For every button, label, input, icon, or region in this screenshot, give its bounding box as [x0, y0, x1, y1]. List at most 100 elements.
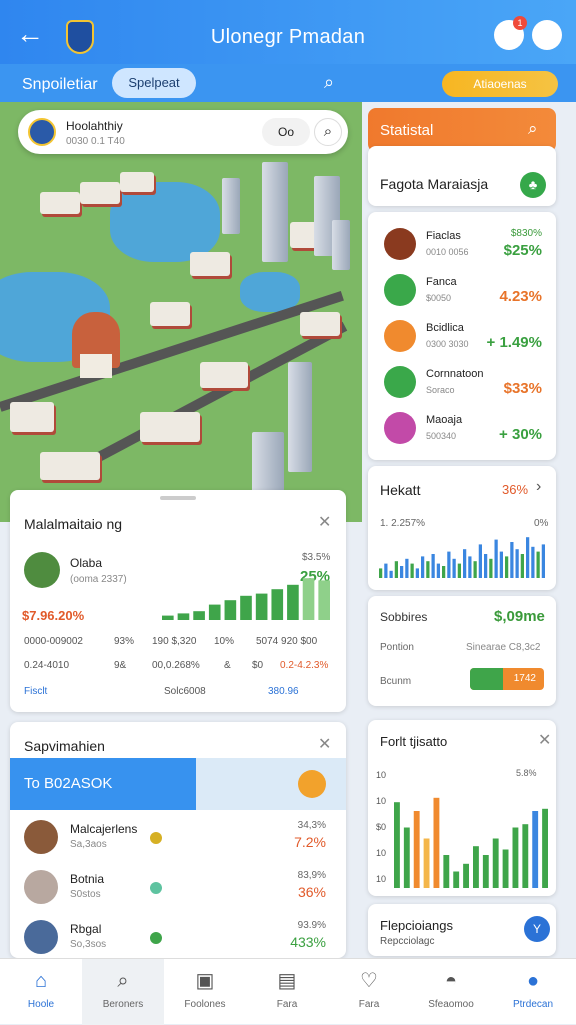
- leaf-icon: [384, 274, 416, 306]
- bar: [505, 556, 509, 578]
- bar: [177, 613, 190, 620]
- close-icon[interactable]: ✕: [318, 512, 331, 532]
- ranking-v2: + 30%: [499, 426, 542, 443]
- person-name: Botnia: [70, 872, 105, 886]
- ranking-row[interactable]: Cornnatoon Soraco $33%: [368, 360, 556, 404]
- settings-gear-icon[interactable]: [532, 20, 562, 50]
- tree-icon[interactable]: ♣: [520, 172, 546, 198]
- stat-cell: $0: [252, 660, 264, 671]
- tab-fara[interactable]: ▤ Fara: [246, 959, 328, 1025]
- ranking-row[interactable]: Fiaclas 0010 0056 $830% $25%: [368, 222, 556, 266]
- bar: [423, 838, 430, 888]
- bar: [224, 600, 237, 620]
- tab-fara[interactable]: ♡ Fara: [328, 959, 410, 1025]
- building: [10, 402, 54, 432]
- heplang-button[interactable]: Y: [524, 916, 550, 942]
- grid-icon: [384, 320, 416, 352]
- tab-sfeaomoo[interactable]: ◓ Sfeaomoo: [410, 959, 492, 1025]
- stat-cell: 0000-009002: [24, 636, 83, 647]
- bottom-tab-bar: ⌂ Hoole ⌕ Beroners ▣ Foolones ▤ Fara ♡ Fara ◓…: [0, 958, 576, 1025]
- bar: [453, 871, 460, 888]
- y-tick-label: 10: [376, 770, 387, 780]
- tab-foolones[interactable]: ▣ Foolones: [164, 959, 246, 1025]
- highlight-banner[interactable]: To B02ASOK: [10, 758, 346, 810]
- heplang-title: Flepcioiangs: [380, 918, 453, 933]
- sub-navigation: Snpoiletiar Spelpeat ⌕ Atiaoenas: [0, 64, 576, 102]
- bar: [452, 558, 456, 578]
- stat-cell: 0.2-4.2.3%: [280, 660, 329, 671]
- fail-chart-card: Forlt tjisatto ✕ 5.8% 10 10 $0 10 10: [368, 720, 556, 896]
- y-tick-label: 10: [376, 848, 387, 858]
- close-icon[interactable]: ✕: [538, 730, 551, 750]
- fail-chart-pct: 5.8%: [516, 768, 537, 778]
- close-icon[interactable]: ✕: [318, 734, 331, 754]
- person-sub: S0stos: [70, 889, 101, 900]
- chevron-right-icon[interactable]: ›: [536, 478, 541, 496]
- ranking-name: Fiaclas: [426, 230, 461, 242]
- location-bar[interactable]: Hoolahthiy 0030 0.1 T40 Oo ⌕: [18, 110, 348, 154]
- person-row[interactable]: Rbgal So,3sos 93.9% 433%: [10, 918, 346, 958]
- bar: [478, 544, 482, 578]
- person-sub: (ooma 2337): [70, 574, 127, 585]
- ranking-row[interactable]: Maoaja 500340 + 30%: [368, 406, 556, 450]
- fail-chart-title: Forlt tjisatto: [380, 734, 448, 749]
- ranking-v2: $25%: [503, 242, 542, 259]
- bar: [271, 589, 284, 620]
- subnav-chip[interactable]: Spelpeat: [112, 68, 196, 98]
- search-icon[interactable]: ⌕: [314, 118, 342, 146]
- tab-beroners[interactable]: ⌕ Beroners: [82, 959, 164, 1025]
- building: [140, 412, 200, 442]
- stat-cell: 5074 920 $00: [256, 636, 318, 647]
- tab-hoole[interactable]: ⌂ Hoole: [0, 959, 82, 1025]
- bar: [515, 549, 519, 578]
- sap-title: Sapvimahien: [24, 738, 105, 754]
- ranking-row[interactable]: Bcidlica 0300 3030 + 1.49%: [368, 314, 556, 358]
- statistics-label: Statistal: [380, 122, 434, 139]
- person-row[interactable]: Botnia S0stos 83,9% 36%: [10, 868, 346, 918]
- notification-icon[interactable]: 1: [494, 16, 527, 50]
- big-value: $7.96.20%: [22, 608, 85, 623]
- bar: [494, 539, 498, 578]
- skyscraper: [222, 178, 240, 234]
- person-v1: 34,3%: [297, 820, 326, 831]
- ranking-sub: Soraco: [426, 385, 455, 395]
- stat-cell: 00,0.268%: [152, 660, 200, 671]
- tab-label: Fara: [276, 999, 298, 1010]
- bar: [413, 811, 420, 888]
- search-icon[interactable]: ⌕: [324, 72, 334, 93]
- bar: [443, 855, 450, 888]
- bar: [482, 855, 489, 888]
- city-map[interactable]: [0, 102, 362, 522]
- drag-handle[interactable]: [160, 496, 196, 500]
- ranking-v2: + 1.49%: [486, 334, 542, 351]
- box-icon: [384, 366, 416, 398]
- bar: [531, 546, 535, 578]
- profile-icon: ◓: [444, 970, 458, 992]
- tall-tower: [288, 362, 312, 472]
- ranking-row[interactable]: Fanca $0050 4.23%: [368, 268, 556, 312]
- toggle-button[interactable]: Oo: [262, 118, 310, 146]
- action-pill[interactable]: Atiaoenas: [442, 71, 558, 97]
- river: [110, 182, 220, 262]
- avatar: [24, 920, 58, 954]
- building: [300, 312, 340, 336]
- location-name: Hoolahthiy: [66, 119, 123, 133]
- y-tick-label: 10: [376, 796, 387, 806]
- bar: [208, 604, 221, 620]
- ranking-v2: 4.23%: [499, 288, 542, 305]
- status-dot: [150, 832, 162, 844]
- ranking-title: Fagota Maraiasja: [380, 176, 489, 192]
- y-tick-label: $0: [376, 822, 387, 832]
- home-icon: ⌂: [34, 970, 48, 992]
- tab-ptrdecan[interactable]: ● Ptrdecan: [492, 959, 574, 1025]
- cap-icon: [384, 228, 416, 260]
- summary-card: Sobbires $,09me Pontion Sinearae C8,3c2 …: [368, 596, 556, 706]
- person-sub: Sa,3aos: [70, 839, 107, 850]
- person-row[interactable]: Malcajerlens Sa,3aos 34,3% 7.2%: [10, 818, 346, 868]
- search-icon[interactable]: ⌕: [528, 119, 538, 139]
- ranking-sub: $0050: [426, 293, 452, 303]
- ranking-sub: 500340: [426, 431, 457, 441]
- ranking-sub: 0010 0056: [426, 247, 469, 257]
- bar: [415, 568, 419, 578]
- bar: [431, 554, 435, 578]
